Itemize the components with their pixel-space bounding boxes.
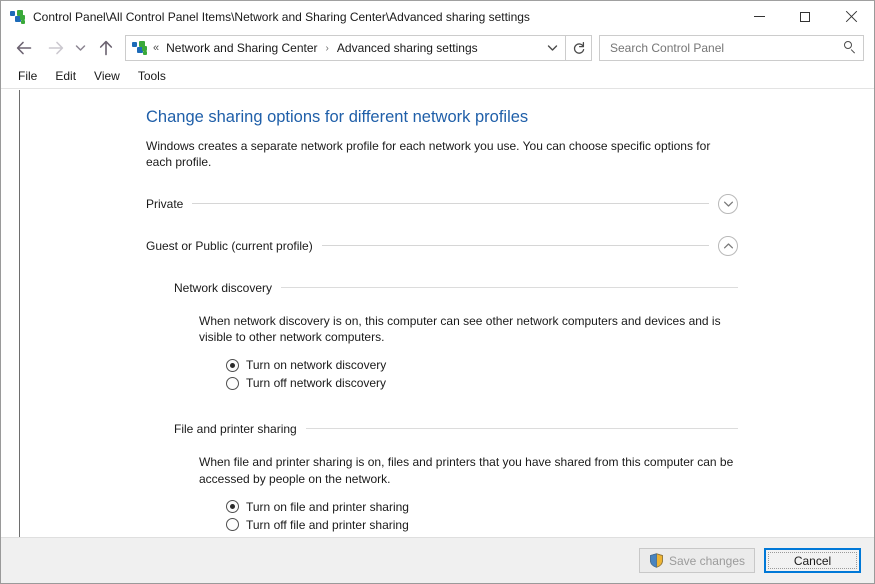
maximize-button[interactable] [782, 1, 828, 32]
arrow-right-icon [48, 41, 64, 55]
breadcrumb-separator: › [325, 42, 329, 54]
radio-label: Turn on file and printer sharing [246, 499, 409, 514]
cancel-button[interactable]: Cancel [764, 548, 861, 573]
address-bar: « Network and Sharing Center › Advanced … [1, 32, 874, 64]
radio-button-indicator[interactable] [226, 358, 239, 372]
group-network-discovery-label: Network discovery [174, 280, 273, 295]
window-title: Control Panel\All Control Panel Items\Ne… [33, 9, 530, 24]
radio-turn-on-network-discovery[interactable]: Turn on network discovery [226, 357, 738, 374]
section-guest-public-toggle[interactable] [718, 235, 738, 256]
group-file-printer-sharing-label: File and printer sharing [174, 421, 297, 436]
chevron-down-icon [723, 201, 733, 207]
page-title: Change sharing options for different net… [146, 108, 529, 126]
chevron-up-icon [723, 243, 733, 249]
network-sharing-icon [10, 9, 26, 25]
group-network-discovery-description: When network discovery is on, this compu… [199, 313, 721, 345]
minimize-icon [753, 16, 765, 17]
radio-turn-off-file-printer-sharing[interactable]: Turn off file and printer sharing [226, 516, 738, 533]
section-rule [321, 245, 709, 247]
close-icon [845, 11, 857, 23]
section-private[interactable]: Private [146, 193, 738, 215]
up-button[interactable] [94, 35, 118, 61]
arrow-left-icon [16, 41, 32, 55]
page-description: Windows creates a separate network profi… [146, 138, 711, 170]
navigation-pane [1, 90, 20, 537]
content-pane: Change sharing options for different net… [20, 90, 874, 537]
window-controls [736, 1, 874, 32]
search-icon [843, 41, 857, 55]
save-changes-label: Save changes [668, 553, 745, 568]
save-changes-button[interactable]: Save changes [638, 548, 755, 573]
forward-button[interactable] [44, 35, 68, 61]
section-rule [192, 203, 709, 205]
group-rule [305, 428, 738, 430]
radio-button-indicator[interactable] [226, 518, 239, 532]
search-box[interactable] [599, 35, 864, 61]
section-guest-public-label: Guest or Public (current profile) [146, 238, 313, 253]
radio-label: Turn off file and printer sharing [246, 517, 409, 532]
network-discovery-radio-group: Turn on network discovery Turn off netwo… [146, 357, 738, 392]
refresh-button[interactable] [566, 35, 592, 61]
file-printer-sharing-radio-group: Turn on file and printer sharing Turn of… [146, 498, 738, 533]
breadcrumb-item-advanced-sharing-settings[interactable]: Advanced sharing settings [335, 39, 480, 57]
close-button[interactable] [828, 1, 874, 32]
chevron-down-icon [547, 45, 557, 51]
maximize-icon [800, 11, 810, 22]
menu-item-tools[interactable]: Tools [129, 66, 175, 86]
footer-bar: Save changes Cancel [1, 537, 874, 583]
recent-locations-button[interactable] [70, 35, 90, 61]
section-private-toggle[interactable] [718, 193, 738, 214]
menu-bar: File Edit View Tools [1, 64, 874, 89]
radio-button-indicator[interactable] [226, 500, 239, 514]
control-panel-window: Control Panel\All Control Panel Items\Ne… [0, 0, 875, 584]
group-network-discovery-header: Network discovery [174, 277, 738, 299]
radio-button-indicator[interactable] [226, 376, 239, 390]
back-button[interactable] [12, 35, 36, 61]
chevron-down-icon [75, 45, 85, 51]
group-rule [281, 287, 738, 289]
title-bar: Control Panel\All Control Panel Items\Ne… [1, 1, 874, 32]
menu-item-edit[interactable]: Edit [46, 66, 85, 86]
minimize-button[interactable] [736, 1, 782, 32]
group-file-printer-sharing-header: File and printer sharing [174, 418, 738, 440]
group-file-printer-sharing-description: When file and printer sharing is on, fil… [199, 454, 734, 486]
breadcrumb[interactable]: « Network and Sharing Center › Advanced … [125, 35, 566, 61]
radio-label: Turn on network discovery [246, 358, 387, 373]
radio-turn-on-file-printer-sharing[interactable]: Turn on file and printer sharing [226, 498, 738, 515]
cancel-label: Cancel [793, 553, 832, 568]
uac-shield-icon [649, 553, 664, 568]
radio-turn-off-network-discovery[interactable]: Turn off network discovery [226, 375, 738, 392]
body-area: Change sharing options for different net… [1, 89, 874, 537]
menu-item-file[interactable]: File [9, 66, 46, 86]
radio-label: Turn off network discovery [246, 376, 387, 391]
section-guest-public[interactable]: Guest or Public (current profile) [146, 235, 738, 257]
breadcrumb-overflow-chevron[interactable]: « [152, 42, 164, 54]
search-input[interactable] [608, 40, 843, 56]
network-sharing-icon [132, 40, 148, 56]
arrow-up-icon [99, 40, 113, 56]
section-private-label: Private [146, 196, 184, 211]
refresh-icon [573, 41, 584, 54]
menu-item-view[interactable]: View [85, 66, 129, 86]
breadcrumb-item-network-sharing-center[interactable]: Network and Sharing Center [164, 39, 319, 57]
breadcrumb-dropdown-button[interactable] [541, 36, 563, 60]
